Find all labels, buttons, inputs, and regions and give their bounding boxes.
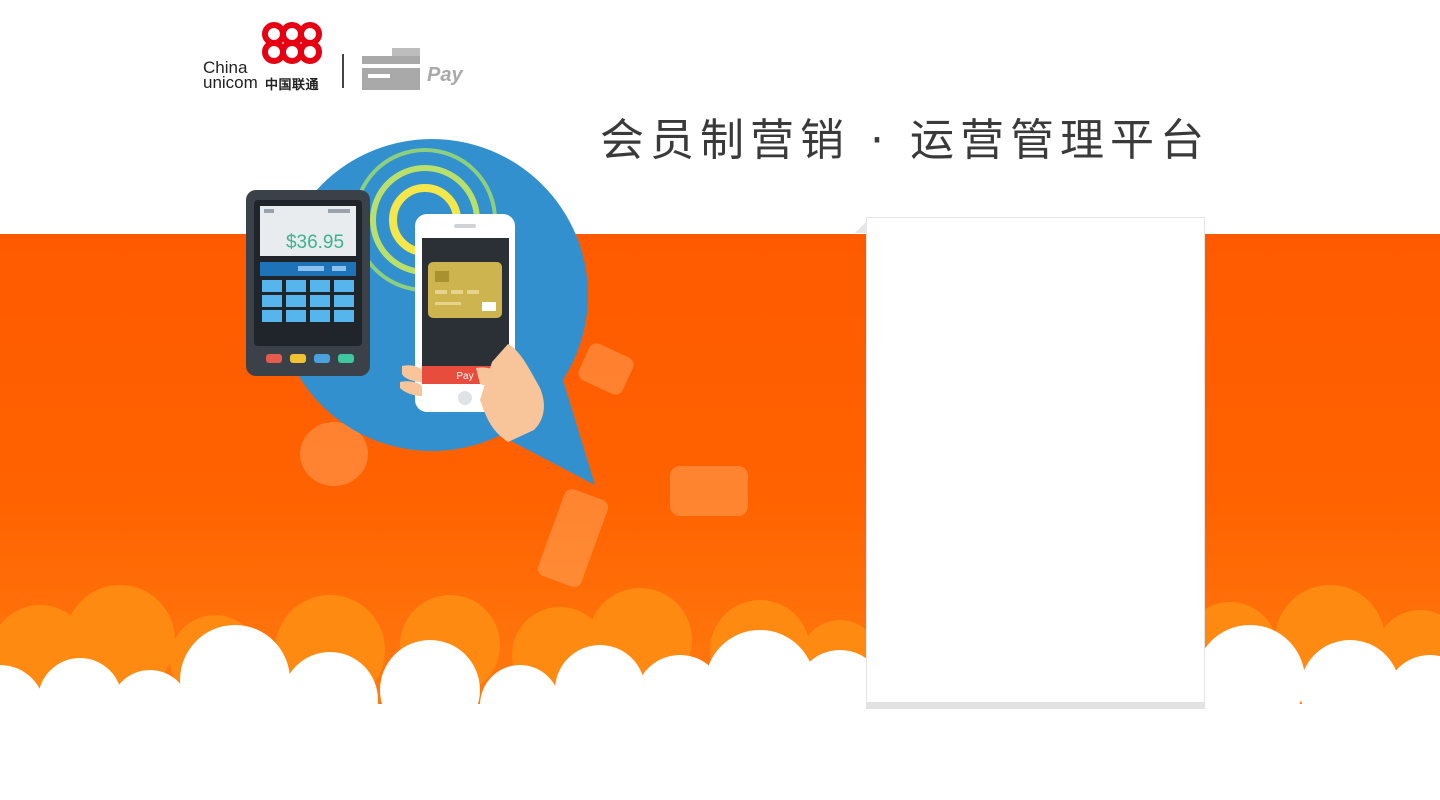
payment-illustration: $36.95 Pay [246, 139, 595, 485]
terminal-amount: $36.95 [286, 232, 344, 253]
login-panel[interactable] [866, 217, 1205, 703]
brand-cn-text: 中国联通 [265, 78, 320, 93]
panel-corner-fold [855, 222, 866, 233]
brand-unicom-text: unicom [203, 73, 258, 92]
pay-logo-text: Pay [427, 64, 463, 86]
phone-pay-label: Pay [456, 371, 473, 382]
pos-terminal-icon [246, 190, 370, 376]
